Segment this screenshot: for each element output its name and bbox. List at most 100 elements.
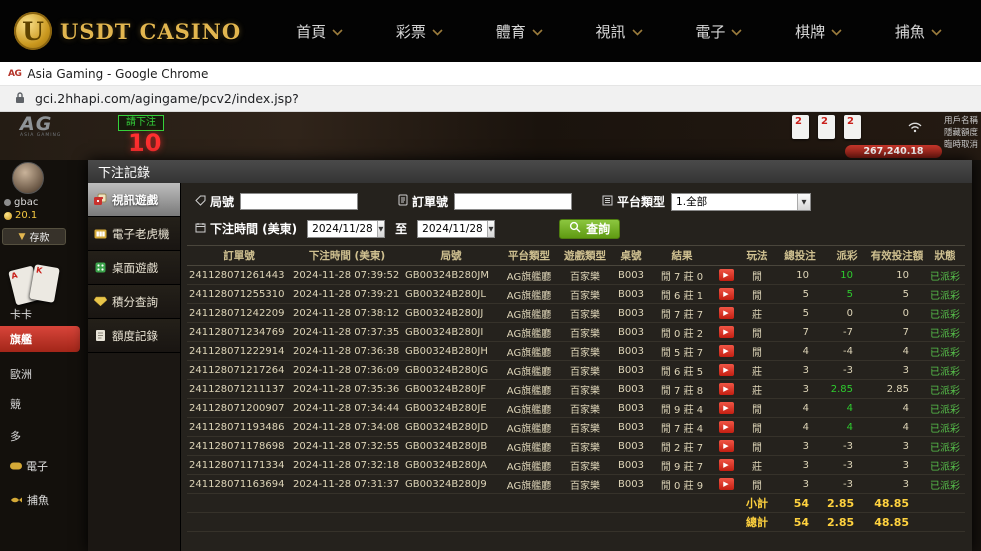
cell-game: 百家樂 (559, 266, 611, 285)
replay-button[interactable]: ▶ (719, 440, 734, 452)
cell-time: 2024-11-28 07:36:38 (291, 342, 403, 361)
round-input[interactable] (240, 193, 358, 210)
site-logo[interactable]: U USDT CASINO (14, 12, 241, 50)
lobby-menu-item[interactable]: 歐洲 (0, 362, 88, 386)
table-footer-row: 小計542.8548.85 (187, 494, 965, 513)
footer-cell-game (559, 494, 611, 513)
lobby-menu-item[interactable]: 電子 (0, 454, 88, 478)
cell-order: 241128071211137 (187, 380, 291, 399)
search-button[interactable]: 查詢 (559, 219, 620, 239)
nav-item[interactable]: 首頁 (296, 21, 343, 42)
cell-play: 閒 (739, 418, 775, 437)
cell-platform: AG旗艦廳 (499, 399, 559, 418)
cell-order: 241128071234769 (187, 323, 291, 342)
playing-card: 2 (818, 115, 835, 139)
replay-button[interactable]: ▶ (719, 326, 734, 338)
replay-button[interactable]: ▶ (719, 478, 734, 490)
lobby-menu-item[interactable]: 競 (0, 392, 88, 416)
avatar[interactable] (12, 162, 44, 194)
bet-records-modal: 下注記錄 視訊遊戲電子老虎機桌面遊戲積分查詢額度記錄 局號 訂單號 (88, 160, 972, 551)
cell-platform: AG旗艦廳 (499, 361, 559, 380)
cell-order: 241128071178698 (187, 437, 291, 456)
bet-time-label: 下注時間 (美東) (195, 220, 297, 237)
cell-bet: 3 (775, 380, 825, 399)
replay-button[interactable]: ▶ (719, 459, 734, 471)
cell-round: GB00324B280JG (403, 361, 499, 380)
cell-round: GB00324B280JF (403, 380, 499, 399)
table-footer-row: 總計542.8548.85 (187, 513, 965, 532)
cell-status: 已派彩 (925, 475, 965, 494)
list-icon (602, 195, 613, 209)
platform-select[interactable]: 1.全部 ▼ (671, 193, 811, 211)
cell-result: 閒 7 莊 0 (651, 266, 713, 285)
nav-item[interactable]: 電子 (695, 21, 742, 42)
nav-item[interactable]: 視訊 (596, 21, 643, 42)
date-from-select[interactable]: 2024/11/28 ▼ (307, 220, 385, 238)
cell-result: 閒 0 莊 9 (651, 475, 713, 494)
cell-table_no: B003 (611, 380, 651, 399)
sidebar-item[interactable]: 額度記錄 (88, 319, 180, 353)
cell-play: 閒 (739, 342, 775, 361)
sidebar-item[interactable]: 桌面遊戲 (88, 251, 180, 285)
cell-play: 閒 (739, 437, 775, 456)
cell-payout: 10 (825, 266, 869, 285)
footer-cell-time (291, 513, 403, 532)
cell-time: 2024-11-28 07:34:08 (291, 418, 403, 437)
footer-cell-replay (713, 494, 739, 513)
order-label: 訂單號 (398, 193, 448, 210)
replay-button[interactable]: ▶ (719, 421, 734, 433)
search-icon (569, 221, 581, 236)
cell-valid: 5 (869, 285, 925, 304)
table-row: 2411280712172642024-11-28 07:36:09GB0032… (187, 361, 965, 380)
nav-item[interactable]: 捕魚 (895, 21, 942, 42)
date-to-select[interactable]: 2024/11/28 ▼ (417, 220, 495, 238)
deposit-button[interactable]: ▼ 存款 (2, 228, 66, 245)
cell-table_no: B003 (611, 475, 651, 494)
nav-item[interactable]: 體育 (496, 21, 543, 42)
chevron-down-icon (831, 22, 842, 40)
url-text[interactable]: gci.2hhapi.com/agingame/pcv2/index.jsp? (35, 91, 299, 106)
replay-button[interactable]: ▶ (719, 288, 734, 300)
ag-favicon: AG (8, 69, 21, 79)
points-query-icon (93, 296, 107, 307)
col-header: 局號 (403, 246, 499, 266)
chevron-down-icon (332, 22, 343, 40)
order-input[interactable] (454, 193, 572, 210)
table-row: 2411280711713342024-11-28 07:32:18GB0032… (187, 456, 965, 475)
cell-play: 莊 (739, 456, 775, 475)
cell-order: 241128071171334 (187, 456, 291, 475)
browser-addressbar[interactable]: gci.2hhapi.com/agingame/pcv2/index.jsp? (0, 86, 981, 112)
cell-game: 百家樂 (559, 437, 611, 456)
cell-replay: ▶ (713, 342, 739, 361)
cell-play: 閒 (739, 399, 775, 418)
cell-round: GB00324B280JI (403, 323, 499, 342)
replay-button[interactable]: ▶ (719, 307, 734, 319)
playing-card: 2 (844, 115, 861, 139)
cell-platform: AG旗艦廳 (499, 266, 559, 285)
sidebar-item[interactable]: 積分查詢 (88, 285, 180, 319)
replay-button[interactable]: ▶ (719, 345, 734, 357)
lobby-left-strip: gbac 20.1 ▼ 存款 A K 卡卡旗艦歐洲競多電子捕魚 (0, 160, 88, 551)
cell-replay: ▶ (713, 380, 739, 399)
cell-payout: 0 (825, 304, 869, 323)
chevron-down-icon (931, 22, 942, 40)
bet-records-table: 訂單號下注時間 (美東)局號平台類型遊戲類型桌號結果玩法總投注派彩有效投注額狀態… (187, 245, 965, 532)
nav-item[interactable]: 彩票 (396, 21, 443, 42)
sidebar-item[interactable]: 電子老虎機 (88, 217, 180, 251)
lobby-menu-item[interactable]: 多 (0, 424, 88, 448)
replay-button[interactable]: ▶ (719, 402, 734, 414)
col-header (713, 246, 739, 266)
lobby-menu-item[interactable]: 捕魚 (0, 488, 88, 512)
replay-button[interactable]: ▶ (719, 383, 734, 395)
replay-button[interactable]: ▶ (719, 269, 734, 281)
cell-result: 閒 7 莊 7 (651, 304, 713, 323)
cell-game: 百家樂 (559, 475, 611, 494)
replay-button[interactable]: ▶ (719, 364, 734, 376)
lobby-menu-item[interactable]: 卡卡 (0, 302, 88, 326)
chevron-down-icon (731, 22, 742, 40)
nav-item[interactable]: 棋牌 (795, 21, 842, 42)
lobby-menu-item[interactable]: 旗艦 (0, 326, 80, 352)
sidebar-item[interactable]: 視訊遊戲 (88, 183, 180, 217)
filter-row-2: 下注時間 (美東) 2024/11/28 ▼ 至 2024/11/28 ▼ 查詢 (195, 215, 966, 242)
cell-replay: ▶ (713, 475, 739, 494)
